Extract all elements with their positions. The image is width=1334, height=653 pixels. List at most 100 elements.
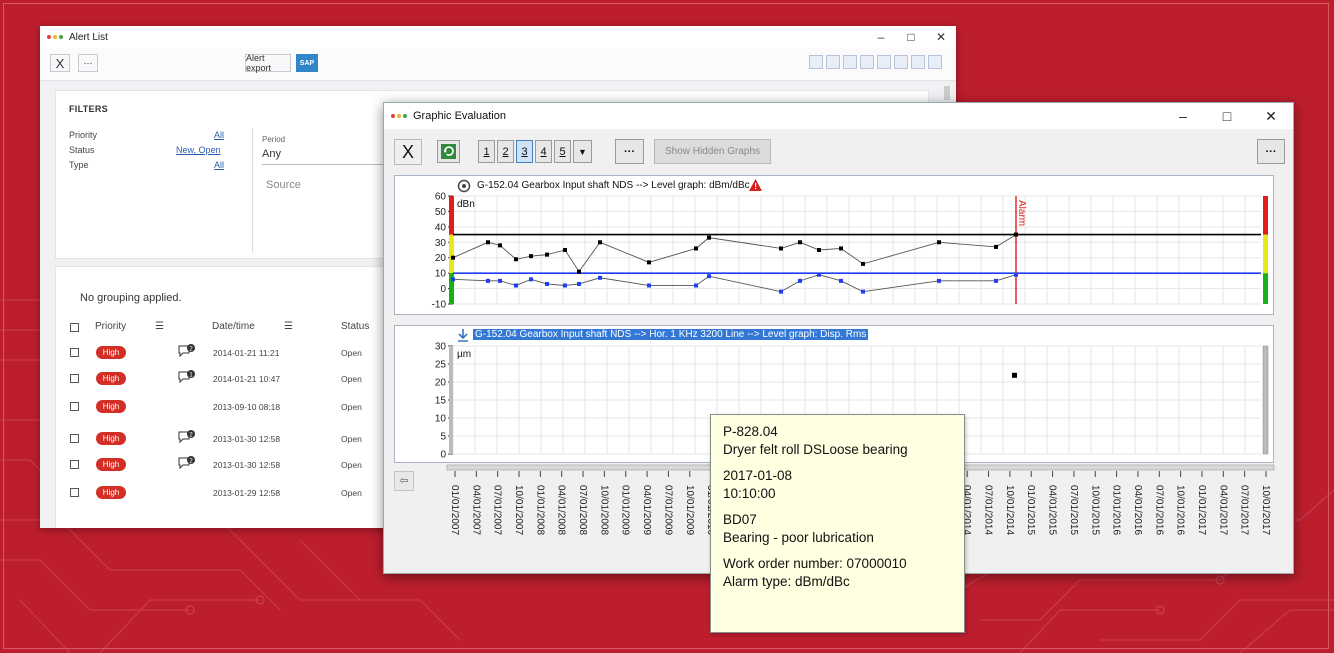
- column-datetime[interactable]: Date/time: [212, 321, 255, 332]
- table-row[interactable]: High 2 2013-01-30 12:58 Open: [56, 454, 396, 478]
- column-priority[interactable]: Priority: [95, 321, 126, 332]
- row-checkbox[interactable]: [70, 374, 79, 383]
- maximize-icon[interactable]: □: [896, 30, 926, 44]
- filter-label-type: Type: [69, 160, 89, 170]
- priority-badge: High: [96, 432, 126, 445]
- tooltip-line: Work order number: 07000010: [723, 556, 907, 571]
- comment-icon[interactable]: 2: [178, 456, 196, 470]
- table-row[interactable]: High 2 2014-01-21 11:21 Open: [56, 342, 396, 366]
- row-datetime: 2013-01-30 12:58: [213, 460, 281, 470]
- x-tick-label: 04/01/2017: [1217, 485, 1228, 535]
- alert-export-button[interactable]: Alert export: [245, 53, 291, 73]
- row-checkbox[interactable]: [70, 488, 79, 497]
- row-checkbox[interactable]: [70, 460, 79, 469]
- tooltip-line: Alarm type: dBm/dBc: [723, 574, 850, 589]
- x-tick-label: 10/01/2017: [1260, 485, 1271, 535]
- table-header: Priority ☰ Date/time ☰ Status: [56, 321, 396, 337]
- row-status: Open: [341, 488, 362, 498]
- point-tooltip: P-828.04 Dryer felt roll DSLoose bearing…: [710, 414, 965, 633]
- grouping-status: No grouping applied.: [80, 292, 182, 304]
- filter-label-priority: Priority: [69, 130, 98, 140]
- column-menu-icon[interactable]: ☰: [155, 321, 164, 332]
- row-status: Open: [341, 434, 362, 444]
- tooltip-line: 10:10:00: [723, 486, 776, 501]
- filter-divider: [252, 128, 253, 253]
- x-tick-label: 10/01/2009: [684, 485, 695, 535]
- alert-list-title: Alert List: [69, 31, 108, 43]
- x-tick-label: 07/01/2016: [1153, 485, 1164, 535]
- tooltip-line: BD07: [723, 512, 757, 527]
- x-tick-label: 10/01/2007: [513, 485, 524, 535]
- row-checkbox[interactable]: [70, 434, 79, 443]
- filter-value-type[interactable]: All: [214, 160, 224, 170]
- table-row[interactable]: High 1 2014-01-21 10:47 Open: [56, 368, 396, 392]
- x-tick-label: 01/01/2008: [534, 485, 545, 535]
- filters-heading: FILTERS: [69, 104, 108, 114]
- filter-label-status: Status: [69, 145, 95, 155]
- select-all-checkbox[interactable]: [70, 323, 79, 332]
- list-icon[interactable]: [843, 55, 857, 69]
- chart-alt-icon[interactable]: [826, 55, 840, 69]
- close-list-button[interactable]: X: [50, 54, 70, 72]
- trend-icon[interactable]: [894, 55, 908, 69]
- table-row[interactable]: High 2 2013-01-30 12:58 Open: [56, 428, 396, 452]
- x-tick-label: 04/01/2015: [1047, 485, 1058, 535]
- row-datetime: 2013-01-29 12:58: [213, 488, 281, 498]
- x-tick-label: 07/01/2015: [1068, 485, 1079, 535]
- more-button[interactable]: ···: [78, 54, 98, 72]
- x-tick-label: 01/01/2016: [1111, 485, 1122, 535]
- row-checkbox[interactable]: [70, 348, 79, 357]
- toolbar-icon-group: [809, 55, 942, 69]
- grid-icon[interactable]: [860, 55, 874, 69]
- close-icon[interactable]: ✕: [926, 30, 956, 44]
- row-status: Open: [341, 348, 362, 358]
- period-label: Period: [262, 135, 286, 144]
- app-logo-icon: [47, 35, 63, 39]
- row-status: Open: [341, 402, 362, 412]
- source-input[interactable]: Source: [266, 179, 301, 191]
- x-tick-label: 01/01/2007: [449, 485, 460, 535]
- row-status: Open: [341, 460, 362, 470]
- scrollbar[interactable]: [944, 86, 950, 100]
- priority-badge: High: [96, 400, 126, 413]
- priority-badge: High: [96, 372, 126, 385]
- filter-value-status[interactable]: New, Open: [176, 145, 221, 155]
- x-tick-label: 10/01/2016: [1175, 485, 1186, 535]
- row-datetime: 2014-01-21 10:47: [213, 374, 281, 384]
- alert-list-titlebar: Alert List – □ ✕: [40, 26, 956, 48]
- table-icon[interactable]: [928, 55, 942, 69]
- comment-icon[interactable]: 1: [178, 370, 196, 384]
- table-row[interactable]: High 2013-01-29 12:58 Open: [56, 482, 396, 506]
- minimize-icon[interactable]: –: [866, 30, 896, 44]
- x-tick-label: 10/01/2015: [1089, 485, 1100, 535]
- column-menu-icon[interactable]: ☰: [284, 321, 293, 332]
- period-select[interactable]: Any▼: [262, 148, 400, 165]
- filter-value-priority[interactable]: All: [214, 130, 224, 140]
- x-tick-label: 10/01/2008: [598, 485, 609, 535]
- table-row[interactable]: High 2013-09-10 08:18 Open: [56, 396, 396, 420]
- period-value: Any: [262, 148, 281, 160]
- tooltip-line: Bearing - poor lubrication: [723, 530, 874, 545]
- x-tick-label: 01/01/2017: [1196, 485, 1207, 535]
- x-tick-label: 07/01/2008: [577, 485, 588, 535]
- row-checkbox[interactable]: [70, 402, 79, 411]
- priority-badge: High: [96, 346, 126, 359]
- x-tick-label: 04/01/2007: [470, 485, 481, 535]
- x-tick-label: 10/01/2014: [1004, 485, 1015, 535]
- pin-icon[interactable]: [911, 55, 925, 69]
- priority-badge: High: [96, 458, 126, 471]
- tooltip-line: P-828.04: [723, 424, 778, 439]
- column-status[interactable]: Status: [341, 321, 369, 332]
- comment-icon[interactable]: 2: [178, 430, 196, 444]
- x-tick-label: 04/01/2008: [556, 485, 567, 535]
- x-tick-label: 07/01/2017: [1239, 485, 1250, 535]
- x-tick-label: 01/01/2015: [1025, 485, 1036, 535]
- report-icon[interactable]: [877, 55, 891, 69]
- sap-button[interactable]: SAP: [296, 54, 318, 72]
- row-datetime: 2013-01-30 12:58: [213, 434, 281, 444]
- chart-icon[interactable]: [809, 55, 823, 69]
- row-datetime: 2013-09-10 08:18: [213, 402, 281, 412]
- x-tick-label: 01/01/2009: [620, 485, 631, 535]
- row-datetime: 2014-01-21 11:21: [213, 348, 280, 358]
- comment-icon[interactable]: 2: [178, 344, 196, 358]
